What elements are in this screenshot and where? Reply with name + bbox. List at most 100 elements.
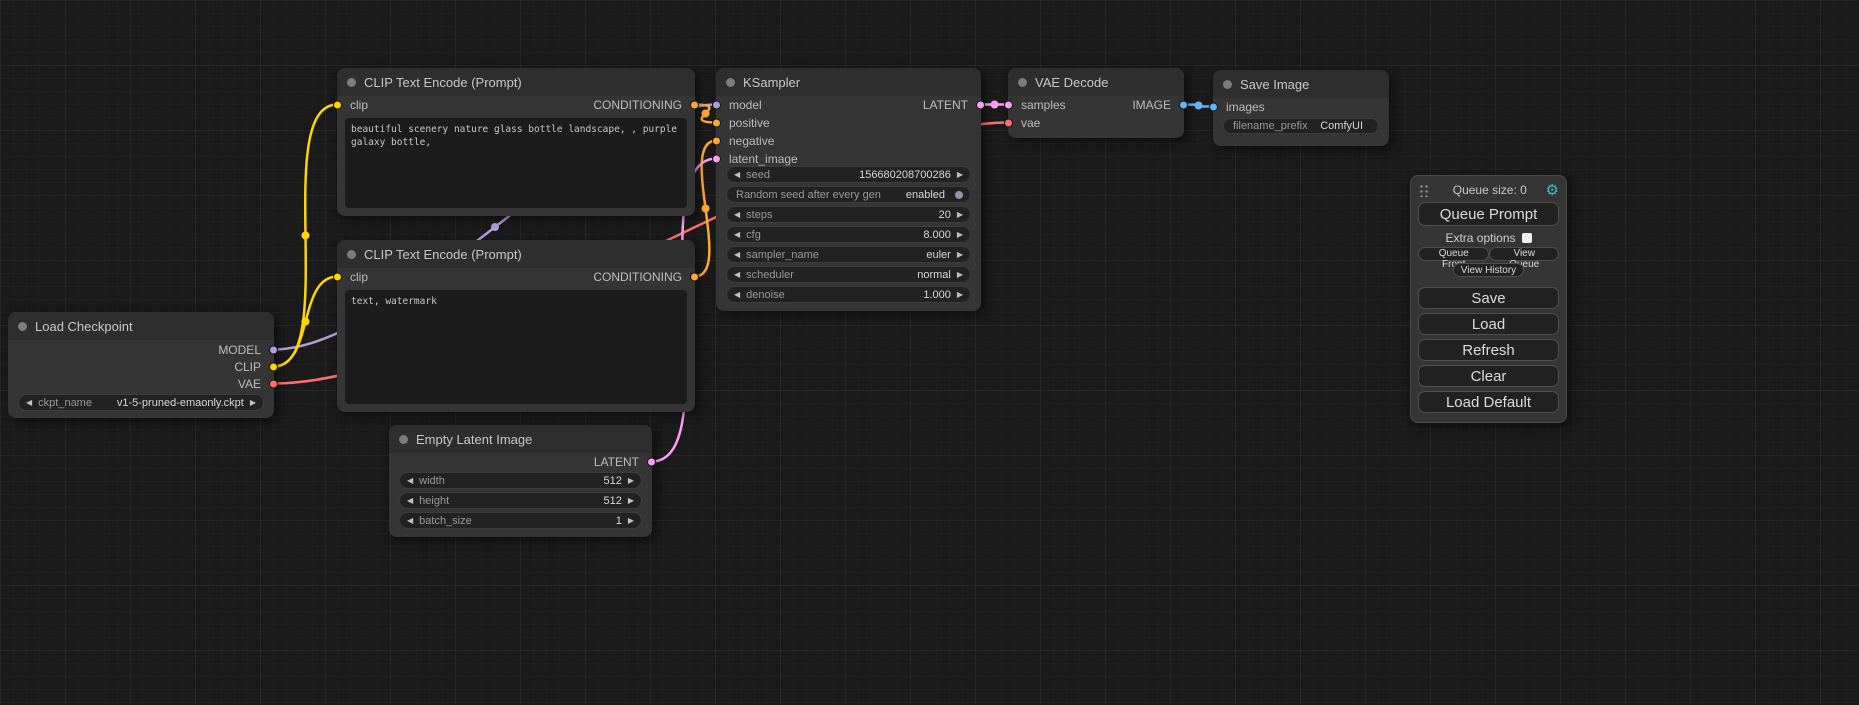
decrement-icon[interactable]: ◀ [734, 231, 740, 239]
collapse-dot-icon[interactable] [399, 435, 408, 444]
save-button[interactable]: Save [1418, 287, 1559, 309]
node-load-checkpoint[interactable]: Load Checkpoint MODEL CLIP VAE ◀ ckpt_na… [8, 312, 274, 418]
increment-icon[interactable]: ▶ [628, 517, 634, 525]
collapse-dot-icon[interactable] [726, 78, 735, 87]
positive-prompt-textarea[interactable]: beautiful scenery nature glass bottle la… [345, 118, 687, 208]
view-history-button[interactable]: View History [1453, 263, 1524, 277]
node-title: CLIP Text Encode (Prompt) [364, 75, 522, 90]
node-title: Empty Latent Image [416, 432, 532, 447]
extra-options-label: Extra options [1445, 231, 1515, 245]
widget-value: 20 [778, 209, 950, 221]
drag-handle-icon[interactable] [1419, 184, 1428, 197]
output-slot-clip: CLIP [8, 358, 274, 375]
refresh-button[interactable]: Refresh [1418, 339, 1559, 361]
collapse-dot-icon[interactable] [1018, 78, 1027, 87]
slot-label: VAE [238, 377, 261, 391]
conditioning-output-port[interactable] [690, 100, 699, 109]
queue-prompt-button[interactable]: Queue Prompt [1418, 202, 1559, 226]
latent-image-input-port[interactable] [712, 154, 721, 163]
extra-options-checkbox[interactable] [1522, 233, 1532, 243]
decrement-icon[interactable]: ◀ [734, 171, 740, 179]
increment-icon[interactable]: ▶ [628, 497, 634, 505]
queue-front-button[interactable]: Queue Front [1418, 247, 1489, 261]
next-value-icon[interactable]: ▶ [250, 399, 256, 407]
load-default-button[interactable]: Load Default [1418, 391, 1559, 413]
load-button[interactable]: Load [1418, 313, 1559, 335]
view-queue-button[interactable]: View Queue [1489, 247, 1559, 261]
latent-output-port[interactable] [647, 457, 656, 466]
graph-canvas[interactable]: { "icons": { "arrow_left": "◀", "arrow_r… [0, 0, 1859, 705]
scheduler-widget[interactable]: ◀ scheduler normal ▶ [726, 266, 971, 283]
node-title-bar[interactable]: CLIP Text Encode (Prompt) [337, 240, 695, 268]
node-title-bar[interactable]: Save Image [1213, 70, 1389, 98]
filename-prefix-widget[interactable]: filename_prefix ComfyUI [1223, 118, 1379, 134]
positive-input-port[interactable] [712, 118, 721, 127]
increment-icon[interactable]: ▶ [957, 291, 963, 299]
negative-input-port[interactable] [712, 136, 721, 145]
widget-label: ckpt_name [38, 397, 92, 409]
output-slot-vae: VAE [8, 375, 274, 392]
node-title-bar[interactable]: VAE Decode [1008, 68, 1184, 96]
widget-value: enabled [887, 189, 945, 201]
node-title: VAE Decode [1035, 75, 1108, 90]
slot-label: CONDITIONING [593, 98, 682, 112]
increment-icon[interactable]: ▶ [957, 171, 963, 179]
ckpt-name-widget[interactable]: ◀ ckpt_name v1-5-pruned-emaonly.ckpt ▶ [18, 394, 264, 411]
random-seed-toggle[interactable]: Random seed after every gen enabled [726, 186, 971, 203]
decrement-icon[interactable]: ◀ [734, 211, 740, 219]
decrement-icon[interactable]: ◀ [734, 291, 740, 299]
conditioning-output-port[interactable] [690, 272, 699, 281]
height-widget[interactable]: ◀ height 512 ▶ [399, 492, 642, 509]
decrement-icon[interactable]: ◀ [407, 497, 413, 505]
decrement-icon[interactable]: ◀ [407, 477, 413, 485]
slot-label: images [1226, 100, 1265, 114]
steps-widget[interactable]: ◀ steps 20 ▶ [726, 206, 971, 223]
node-ksampler[interactable]: KSampler model LATENT positive negative … [716, 68, 981, 311]
collapse-dot-icon[interactable] [347, 250, 356, 259]
slot-label: CONDITIONING [593, 270, 682, 284]
clear-button[interactable]: Clear [1418, 365, 1559, 387]
node-empty-latent-image[interactable]: Empty Latent Image LATENT ◀ width 512 ▶ … [389, 425, 652, 537]
sampler-name-widget[interactable]: ◀ sampler_name euler ▶ [726, 246, 971, 263]
model-output-port[interactable] [269, 345, 278, 354]
toggle-indicator-icon [955, 191, 963, 199]
node-title-bar[interactable]: CLIP Text Encode (Prompt) [337, 68, 695, 96]
output-slot-image: IMAGE [1008, 96, 1184, 113]
clip-output-port[interactable] [269, 362, 278, 371]
seed-widget[interactable]: ◀ seed 156680208700286 ▶ [726, 166, 971, 183]
width-widget[interactable]: ◀ width 512 ▶ [399, 472, 642, 489]
negative-prompt-textarea[interactable]: text, watermark [345, 290, 687, 404]
widget-value: ComfyUI [1314, 120, 1363, 132]
widget-label: batch_size [419, 515, 472, 527]
prev-value-icon[interactable]: ◀ [734, 251, 740, 259]
collapse-dot-icon[interactable] [1223, 80, 1232, 89]
decrement-icon[interactable]: ◀ [407, 517, 413, 525]
increment-icon[interactable]: ▶ [957, 211, 963, 219]
node-title-bar[interactable]: Empty Latent Image [389, 425, 652, 453]
vae-output-port[interactable] [269, 379, 278, 388]
collapse-dot-icon[interactable] [347, 78, 356, 87]
next-value-icon[interactable]: ▶ [957, 271, 963, 279]
prev-value-icon[interactable]: ◀ [734, 271, 740, 279]
collapse-dot-icon[interactable] [18, 322, 27, 331]
denoise-widget[interactable]: ◀ denoise 1.000 ▶ [726, 286, 971, 303]
node-save-image[interactable]: Save Image images filename_prefix ComfyU… [1213, 70, 1389, 146]
batch-size-widget[interactable]: ◀ batch_size 1 ▶ [399, 512, 642, 529]
increment-icon[interactable]: ▶ [628, 477, 634, 485]
slot-label: positive [729, 116, 770, 130]
settings-gear-icon[interactable]: ⚙ [1546, 183, 1559, 198]
cfg-widget[interactable]: ◀ cfg 8.000 ▶ [726, 226, 971, 243]
menu-header: Queue size: 0 ⚙ [1418, 181, 1559, 199]
node-clip-text-encode-negative[interactable]: CLIP Text Encode (Prompt) clip CONDITION… [337, 240, 695, 412]
next-value-icon[interactable]: ▶ [957, 251, 963, 259]
images-input-port[interactable] [1209, 102, 1218, 111]
prev-value-icon[interactable]: ◀ [26, 399, 32, 407]
node-vae-decode[interactable]: VAE Decode samples IMAGE vae [1008, 68, 1184, 138]
node-clip-text-encode-positive[interactable]: CLIP Text Encode (Prompt) clip CONDITION… [337, 68, 695, 216]
increment-icon[interactable]: ▶ [957, 231, 963, 239]
image-output-port[interactable] [1179, 100, 1188, 109]
node-title-bar[interactable]: KSampler [716, 68, 981, 96]
vae-input-port[interactable] [1004, 118, 1013, 127]
node-title-bar[interactable]: Load Checkpoint [8, 312, 274, 340]
latent-output-port[interactable] [976, 100, 985, 109]
